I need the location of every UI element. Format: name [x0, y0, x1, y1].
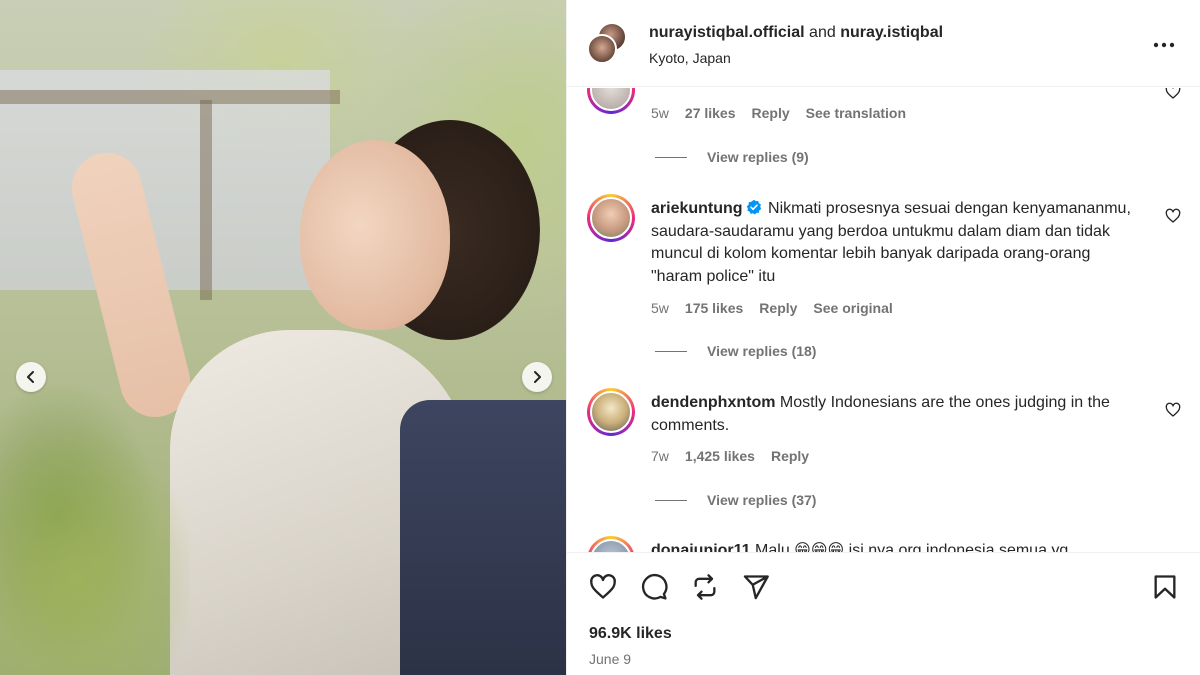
- comment-body: dendenphxntom Mostly Indonesians are the…: [651, 392, 1141, 437]
- photo-post: [200, 100, 212, 300]
- see-original-button[interactable]: See original: [813, 300, 892, 316]
- comment-time: 5w: [651, 300, 669, 316]
- comment-meta: 5w 27 likes Reply See translation: [651, 105, 922, 121]
- view-replies-button[interactable]: View replies (18): [655, 343, 816, 359]
- comment-time: 5w: [651, 105, 669, 121]
- comment-likes[interactable]: 27 likes: [685, 105, 736, 121]
- view-replies-label: View replies (18): [707, 343, 817, 359]
- avatar[interactable]: [587, 536, 635, 552]
- post-likes-count[interactable]: 96.9K likes: [589, 625, 672, 643]
- divider: [655, 499, 687, 501]
- carousel-prev-button[interactable]: [16, 362, 46, 392]
- view-replies-label: View replies (9): [707, 149, 809, 165]
- more-options-icon: [1153, 42, 1175, 48]
- view-replies-button[interactable]: View replies (37): [655, 492, 816, 508]
- divider: [655, 350, 687, 352]
- bookmark-icon[interactable]: [1151, 573, 1179, 601]
- chevron-left-icon: [27, 371, 34, 383]
- comment-icon[interactable]: [640, 573, 668, 601]
- comment-likes[interactable]: 175 likes: [685, 300, 743, 316]
- collab-username-link[interactable]: nuray.istiqbal: [840, 24, 943, 41]
- chevron-right-icon: [534, 371, 541, 383]
- repost-icon[interactable]: [691, 573, 719, 601]
- verified-badge-icon: [746, 199, 761, 215]
- comments-list[interactable]: 5w 27 likes Reply See translation View repl…: [567, 88, 1200, 552]
- avatar: [587, 34, 617, 64]
- post-header: nurayistiqbal.official and nuray.istiqba…: [567, 0, 1200, 87]
- photo-face: [300, 140, 450, 330]
- reply-button[interactable]: Reply: [759, 300, 797, 316]
- view-replies-label: View replies (37): [707, 492, 817, 508]
- comment-like-icon[interactable]: [1165, 88, 1181, 100]
- post-details-panel: nurayistiqbal.official and nuray.istiqba…: [566, 0, 1200, 675]
- owner-avatars[interactable]: [587, 22, 631, 66]
- photo-foliage-blur: [0, 430, 190, 675]
- location-link[interactable]: Kyoto, Japan: [649, 50, 731, 66]
- photo-obi: [400, 400, 566, 675]
- comment-meta: 5w 175 likes Reply See original: [651, 300, 909, 316]
- owner-conjunction: and: [809, 24, 836, 41]
- reply-button[interactable]: Reply: [771, 448, 809, 464]
- comment-like-icon[interactable]: [1165, 402, 1181, 418]
- reply-button[interactable]: Reply: [752, 105, 790, 121]
- avatar[interactable]: [587, 194, 635, 242]
- comment-body: donajunior11 Malu 😁😁😁 isi nya org indone…: [651, 540, 1141, 552]
- owner-username-link[interactable]: nurayistiqbal.official: [649, 24, 805, 41]
- comment-meta: 7w 1,425 likes Reply: [651, 448, 825, 464]
- comment-time: 7w: [651, 448, 669, 464]
- see-translation-button[interactable]: See translation: [806, 105, 906, 121]
- carousel-next-button[interactable]: [522, 362, 552, 392]
- comment-body: ariekuntung Nikmati prosesnya sesuai den…: [651, 198, 1141, 288]
- avatar[interactable]: [587, 388, 635, 436]
- comment-likes[interactable]: 1,425 likes: [685, 448, 755, 464]
- send-icon[interactable]: [742, 573, 770, 601]
- comment-username[interactable]: donajunior11: [651, 542, 751, 552]
- divider: [655, 156, 687, 158]
- more-options-button[interactable]: [1149, 30, 1179, 60]
- view-replies-button[interactable]: View replies (9): [655, 149, 809, 165]
- post-photo: [0, 0, 566, 675]
- heart-icon[interactable]: [589, 573, 617, 601]
- avatar[interactable]: [587, 88, 635, 114]
- comment-username[interactable]: ariekuntung: [651, 200, 743, 217]
- comment-like-icon[interactable]: [1165, 208, 1181, 224]
- comment-username[interactable]: dendenphxntom: [651, 394, 775, 411]
- post-date[interactable]: June 9: [589, 651, 631, 667]
- photo-beam: [0, 90, 340, 104]
- post-actions-bar: [567, 552, 1200, 675]
- comment-text: Malu 😁😁😁 isi nya org indonesia semua yg: [755, 542, 1069, 552]
- post-owners: nurayistiqbal.official and nuray.istiqba…: [649, 24, 943, 42]
